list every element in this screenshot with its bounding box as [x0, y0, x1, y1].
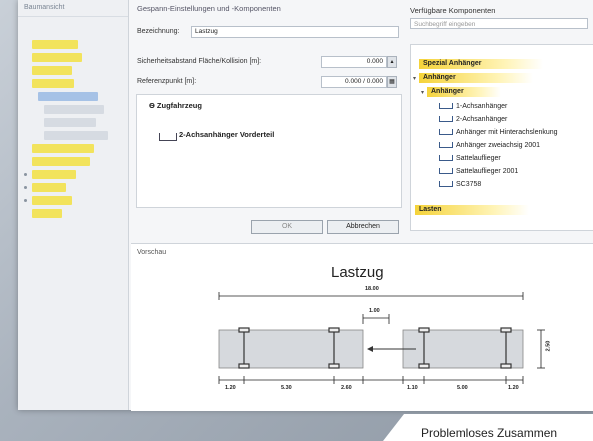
- preview-panel: Vorschau Lastzug 18.00 1.00 2.50 1.20 5.…: [131, 243, 593, 411]
- caption-banner: Problemloses Zusammen: [383, 414, 593, 441]
- tree-item[interactable]: [32, 66, 72, 75]
- tree-item[interactable]: [32, 157, 90, 166]
- trailer-icon: [439, 116, 453, 123]
- segment-dimension: 1.10: [407, 385, 418, 391]
- segment-dimension: 2.60: [341, 385, 352, 391]
- left-tree-header: Baumansicht: [18, 0, 128, 17]
- tree-item[interactable]: [32, 183, 66, 192]
- category-special-trailers[interactable]: Spezial Anhänger: [419, 59, 543, 69]
- tree-item[interactable]: [44, 105, 104, 114]
- tractor-icon: Ѳ: [149, 101, 157, 110]
- rear-unit-body: [402, 329, 524, 369]
- caption-text: Problemloses Zusammen: [421, 426, 558, 440]
- tree-item[interactable]: [32, 209, 62, 218]
- component-item[interactable]: Sattelauflieger 2001: [439, 167, 518, 177]
- app-window: Baumansicht Gespann-Einstellungen und -K…: [18, 0, 593, 411]
- axle-top: [500, 327, 512, 333]
- axle-bottom: [418, 363, 430, 369]
- settings-form: Gespann-Einstellungen und -Komponenten B…: [131, 0, 402, 240]
- safety-distance-label: Sicherheitsabstand Fläche/Kollision [m]:: [137, 58, 262, 65]
- tree-item[interactable]: [44, 118, 96, 127]
- axle-top: [328, 327, 340, 333]
- segment-dimension: 1.20: [508, 385, 519, 391]
- section-title: Gespann-Einstellungen und -Komponenten: [137, 4, 281, 13]
- components-tree: Ѳ Zugfahrzeug 2-Achsanhänger Vorderteil: [136, 94, 402, 208]
- trailer-icon: [159, 133, 177, 141]
- tree-item[interactable]: [32, 53, 82, 62]
- trailer-icon: [439, 142, 453, 149]
- axle-bottom: [500, 363, 512, 369]
- category-loads[interactable]: Lasten: [415, 205, 529, 215]
- segment-dimension: 5.30: [281, 385, 292, 391]
- category-trailers[interactable]: Anhänger: [419, 73, 533, 83]
- tree-item[interactable]: [32, 40, 78, 49]
- collapse-icon[interactable]: ▾: [413, 75, 416, 82]
- spinner-button[interactable]: ▴: [387, 56, 397, 68]
- tree-item[interactable]: [38, 92, 98, 101]
- total-length-dimension: 18.00: [365, 286, 379, 292]
- width-dimension: 2.50: [545, 340, 552, 352]
- expander-dot[interactable]: [24, 199, 27, 202]
- cancel-button[interactable]: Abbrechen: [327, 220, 399, 234]
- drawbar-arrow: [367, 346, 373, 352]
- segment-dimension: 5.00: [457, 385, 468, 391]
- reference-point-label: Referenzpunkt [m]:: [137, 78, 197, 85]
- left-tree-panel: Baumansicht: [18, 0, 129, 410]
- tree-item-tractor[interactable]: Ѳ Zugfahrzeug: [149, 101, 202, 110]
- available-components-panel: Verfügbare Komponenten Suchbegriff einge…: [406, 0, 593, 240]
- axle-top: [418, 327, 430, 333]
- component-item[interactable]: Anhänger mit Hinterachslenkung: [439, 128, 558, 138]
- axle-top: [238, 327, 250, 333]
- component-item[interactable]: SC3758: [439, 180, 481, 190]
- ok-button[interactable]: OK: [251, 220, 323, 234]
- tree-item[interactable]: [32, 79, 74, 88]
- tree-item[interactable]: [32, 170, 76, 179]
- components-list: Spezial Anhänger ▾ Anhänger ▾ Anhänger 1…: [410, 44, 593, 231]
- axle-bottom: [238, 363, 250, 369]
- tree-item[interactable]: [32, 196, 72, 205]
- collapse-icon[interactable]: ▾: [421, 89, 424, 96]
- trailer-icon: [439, 155, 453, 162]
- axle-bottom: [328, 363, 340, 369]
- name-label: Bezeichnung:: [137, 28, 180, 35]
- panel-title: Verfügbare Komponenten: [410, 6, 496, 15]
- reference-point-field[interactable]: 0.000 / 0.000: [321, 76, 387, 88]
- segment-dimension: 1.20: [225, 385, 236, 391]
- tree-item-trailer[interactable]: 2-Achsanhänger Vorderteil: [179, 130, 274, 139]
- front-unit-body: [218, 329, 364, 369]
- trailer-icon: [439, 129, 453, 136]
- tree-item[interactable]: [44, 131, 108, 140]
- search-input[interactable]: Suchbegriff eingeben: [410, 18, 588, 29]
- safety-distance-field[interactable]: 0.000: [321, 56, 387, 68]
- pick-point-button[interactable]: ▦: [387, 76, 397, 88]
- expander-dot[interactable]: [24, 186, 27, 189]
- expander-dot[interactable]: [24, 173, 27, 176]
- component-item[interactable]: 1-Achsanhänger: [439, 102, 507, 112]
- gap-dimension: 1.00: [369, 308, 380, 314]
- trailer-icon: [439, 168, 453, 175]
- trailer-icon: [439, 103, 453, 110]
- component-item[interactable]: Anhänger zweiachsig 2001: [439, 141, 540, 151]
- trailer-icon: [439, 181, 453, 188]
- vehicle-drawing: [218, 292, 545, 384]
- name-field[interactable]: Lastzug: [191, 26, 399, 38]
- component-item[interactable]: 2-Achsanhänger: [439, 115, 507, 125]
- tree-item[interactable]: [32, 144, 94, 153]
- component-item[interactable]: Sattelauflieger: [439, 154, 501, 164]
- category-trailers-sub[interactable]: Anhänger: [427, 87, 501, 97]
